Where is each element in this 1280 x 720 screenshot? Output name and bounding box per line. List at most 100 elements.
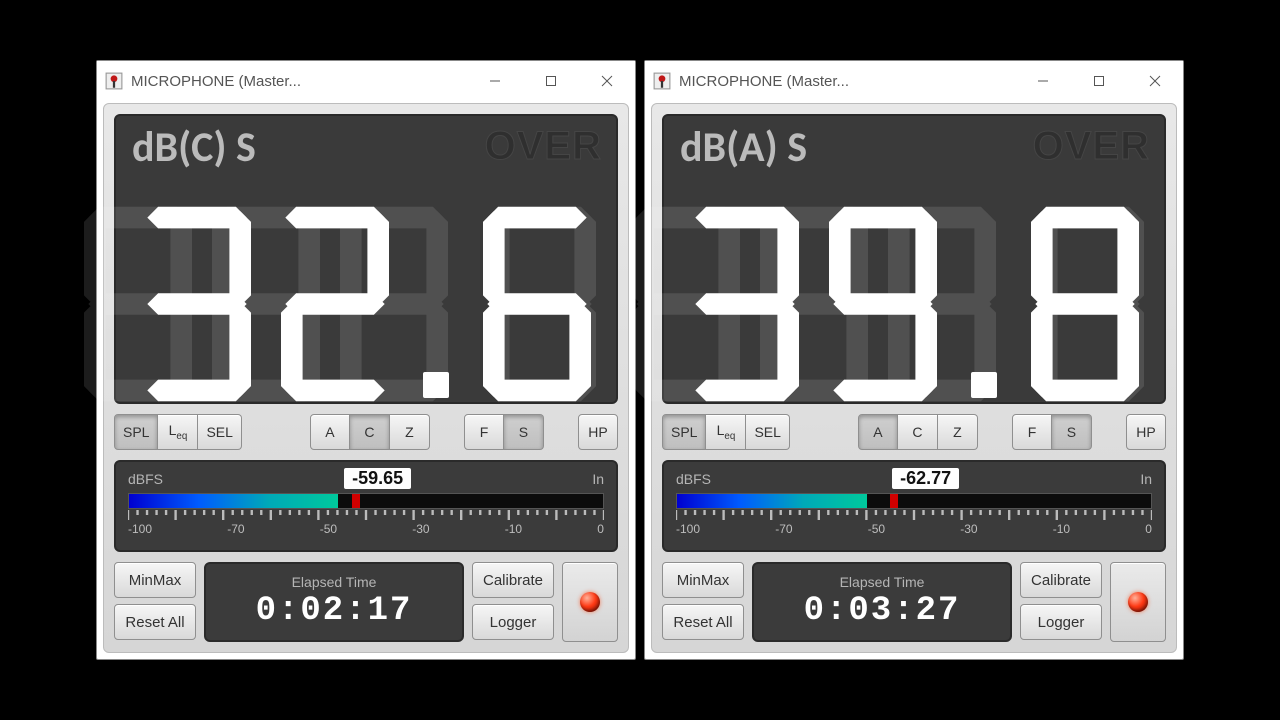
digit-2 xyxy=(276,202,394,402)
digit-8 xyxy=(1026,202,1144,402)
s-label: S xyxy=(519,424,528,440)
sel-button[interactable]: SEL xyxy=(746,414,789,450)
minmax-button[interactable]: MinMax xyxy=(662,562,744,598)
over-indicator: OVER xyxy=(1033,124,1150,169)
level-meter xyxy=(128,493,604,509)
level-ticks xyxy=(128,510,604,522)
mode-label: dB(C) S xyxy=(132,122,256,173)
decimal-point xyxy=(414,202,458,402)
f-label: F xyxy=(1028,424,1037,440)
dbfs-label: dBFS xyxy=(676,471,711,487)
dbfs-label: dBFS xyxy=(128,471,163,487)
logger-button[interactable]: Logger xyxy=(472,604,554,640)
window-title: MICROPHONE (Master... xyxy=(679,73,1011,90)
scale-label: -10 xyxy=(1053,522,1070,536)
titlebar: MICROPHONE (Master... xyxy=(645,61,1183,101)
calibrate-button[interactable]: Calibrate xyxy=(1020,562,1102,598)
c-label: C xyxy=(364,424,374,440)
scale-label: -70 xyxy=(775,522,792,536)
leq-button[interactable]: Leq xyxy=(158,414,198,450)
speed-s-button[interactable]: S xyxy=(1052,414,1092,450)
mode-label: dB(A) S xyxy=(680,122,807,173)
weighting-a-button[interactable]: A xyxy=(310,414,350,450)
scale-label: -50 xyxy=(868,522,885,536)
record-button[interactable] xyxy=(1110,562,1166,642)
resetall-button[interactable]: Reset All xyxy=(114,604,196,640)
level-meter-fill xyxy=(677,494,867,508)
digit-3 xyxy=(138,202,256,402)
bottom-row: MinMax Reset All Elapsed Time 0:03:27 Ca… xyxy=(662,562,1166,642)
minmax-label: MinMax xyxy=(677,572,730,589)
level-meter-fill xyxy=(129,494,338,508)
app-icon xyxy=(105,72,123,90)
spl-button[interactable]: SPL xyxy=(114,414,158,450)
titlebar: MICROPHONE (Master... xyxy=(97,61,635,101)
window-body: dB(C) S OVER SPL Leq SEL A C Z xyxy=(103,103,629,653)
elapsed-time-panel: Elapsed Time 0:02:17 xyxy=(204,562,464,642)
weighting-c-button[interactable]: C xyxy=(350,414,390,450)
record-led-icon xyxy=(1128,592,1148,612)
logger-button[interactable]: Logger xyxy=(1020,604,1102,640)
digit-6 xyxy=(478,202,596,402)
spl-display: dB(A) S OVER xyxy=(662,114,1166,404)
app-window: MICROPHONE (Master... dB(C) S OVER SPL L… xyxy=(96,60,636,660)
over-indicator: OVER xyxy=(485,124,602,169)
c-label: C xyxy=(912,424,922,440)
app-icon xyxy=(653,72,671,90)
f-label: F xyxy=(480,424,489,440)
weighting-a-button[interactable]: A xyxy=(858,414,898,450)
maximize-button[interactable] xyxy=(527,63,575,99)
hp-button[interactable]: HP xyxy=(578,414,618,450)
minimize-button[interactable] xyxy=(471,63,519,99)
spl-button[interactable]: SPL xyxy=(662,414,706,450)
level-meter-peak xyxy=(352,494,360,508)
scale-label: -10 xyxy=(505,522,522,536)
speed-f-button[interactable]: F xyxy=(464,414,504,450)
weighting-c-button[interactable]: C xyxy=(898,414,938,450)
weighting-z-button[interactable]: Z xyxy=(390,414,430,450)
digit-9 xyxy=(824,202,942,402)
spl-value xyxy=(664,186,1164,402)
weighting-z-button[interactable]: Z xyxy=(938,414,978,450)
sel-label: SEL xyxy=(206,424,232,440)
mode-button-row: SPL Leq SEL A C Z F S HP xyxy=(114,414,618,450)
level-meter-panel: dBFS -62.77 In -100-70-50-30-100 xyxy=(662,460,1166,552)
scale-label: -30 xyxy=(960,522,977,536)
leq-button[interactable]: Leq xyxy=(706,414,746,450)
resetall-button[interactable]: Reset All xyxy=(662,604,744,640)
logger-label: Logger xyxy=(1038,614,1085,631)
hp-button[interactable]: HP xyxy=(1126,414,1166,450)
logger-label: Logger xyxy=(490,614,537,631)
calibrate-label: Calibrate xyxy=(1031,572,1091,589)
elapsed-label: Elapsed Time xyxy=(292,574,377,590)
close-button[interactable] xyxy=(1131,63,1179,99)
elapsed-value: 0:02:17 xyxy=(256,592,413,630)
bottom-row: MinMax Reset All Elapsed Time 0:02:17 Ca… xyxy=(114,562,618,642)
in-label: In xyxy=(1140,471,1152,487)
record-button[interactable] xyxy=(562,562,618,642)
digit-3 xyxy=(686,202,804,402)
elapsed-time-panel: Elapsed Time 0:03:27 xyxy=(752,562,1012,642)
sel-button[interactable]: SEL xyxy=(198,414,241,450)
level-scale: -100-70-50-30-100 xyxy=(128,522,604,536)
minmax-button[interactable]: MinMax xyxy=(114,562,196,598)
speed-f-button[interactable]: F xyxy=(1012,414,1052,450)
scale-label: -30 xyxy=(412,522,429,536)
scale-label: 0 xyxy=(1145,522,1152,536)
scale-label: 0 xyxy=(597,522,604,536)
close-button[interactable] xyxy=(583,63,631,99)
calibrate-label: Calibrate xyxy=(483,572,543,589)
elapsed-label: Elapsed Time xyxy=(840,574,925,590)
elapsed-value: 0:03:27 xyxy=(804,592,961,630)
mode-button-row: SPL Leq SEL A C Z F S HP xyxy=(662,414,1166,450)
resetall-label: Reset All xyxy=(125,614,184,631)
hp-label: HP xyxy=(588,424,607,440)
minimize-button[interactable] xyxy=(1019,63,1067,99)
calibrate-button[interactable]: Calibrate xyxy=(472,562,554,598)
leq-label: Leq xyxy=(717,422,736,442)
record-led-icon xyxy=(580,592,600,612)
speed-s-button[interactable]: S xyxy=(504,414,544,450)
dbfs-value: -59.65 xyxy=(344,468,411,489)
scale-label: -70 xyxy=(227,522,244,536)
maximize-button[interactable] xyxy=(1075,63,1123,99)
